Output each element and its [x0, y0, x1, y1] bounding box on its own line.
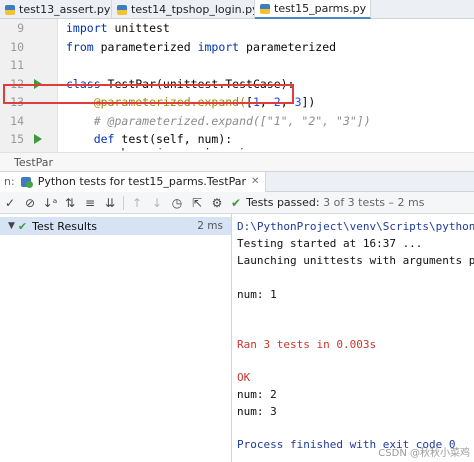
collapse-all-icon[interactable]: ⇊ — [100, 192, 120, 214]
code-line: 9 import unittest — [0, 19, 474, 38]
code-line: 15 def test(self, num): — [0, 130, 474, 149]
console-line: num: 2 — [237, 388, 277, 401]
python-file-icon — [116, 4, 128, 16]
code-token: parameterized — [93, 39, 198, 54]
line-number: 15 — [10, 132, 24, 146]
line-number: 10 — [10, 39, 24, 54]
run-test-icon[interactable] — [34, 134, 42, 144]
show-passed-icon[interactable]: ✓ — [0, 192, 20, 214]
code-editor[interactable]: 9 import unittest 10 from parameterized … — [0, 19, 474, 152]
tab-test13-assert[interactable]: test13_assert.py — [0, 0, 112, 19]
tab-label: test14_tpshop_login.py — [131, 3, 255, 16]
tree-row-test-results[interactable]: ▼ ✔ Test Results 2 ms — [0, 217, 231, 235]
run-tab-bar: n: Python tests for test15_parms.TestPar… — [0, 171, 474, 192]
console-line: num: 3 — [237, 405, 277, 418]
run-tab-label: Python tests for test15_parms.TestPar — [37, 175, 246, 188]
breadcrumb[interactable]: TestPar — [0, 152, 474, 172]
tests-passed-status: Tests passed: 3 of 3 tests – 2 ms — [246, 196, 424, 209]
code-token: ]) — [301, 95, 316, 109]
passed-check-icon: ✔ — [231, 195, 242, 210]
editor-tab-bar: test13_assert.py test14_tpshop_login.py … — [0, 0, 474, 19]
chevron-down-icon[interactable]: ▼ — [8, 221, 15, 231]
settings-gear-icon[interactable]: ⚙ — [207, 192, 227, 214]
console-line: num: 1 — [237, 288, 277, 301]
show-ignored-icon[interactable]: ⊘ — [20, 192, 40, 214]
line-number: 14 — [10, 113, 24, 128]
console-line: D:\PythonProject\venv\Scripts\python.ex — [237, 220, 474, 233]
python-file-icon — [4, 4, 16, 16]
code-token: import — [66, 21, 108, 35]
next-failed-icon[interactable]: ↓ — [147, 192, 167, 214]
code-token: def — [93, 132, 115, 146]
test-toolbar: ✓ ⊘ ↓ᵃ ⇅ ≡ ⇊ ↑ ↓ ◷ ⇱ ⚙ ✔ Tests passed: 3… — [0, 192, 474, 214]
code-line: 14 # @parameterized.expand(["1", "2", "3… — [0, 112, 474, 131]
highlight-box — [3, 84, 294, 104]
pass-count: 3 of 3 tests – 2 ms — [319, 196, 425, 209]
export-icon[interactable]: ⇱ — [187, 192, 207, 214]
code-token: from — [66, 39, 94, 54]
line-number: 9 — [17, 21, 24, 35]
code-token: import — [197, 39, 240, 54]
test-results-tree[interactable]: ▼ ✔ Test Results 2 ms — [0, 214, 232, 462]
tab-test15-parms[interactable]: test15_parms.py ✕ — [255, 0, 371, 19]
tab-label: test13_assert.py — [19, 3, 111, 16]
console-line: Launching unittests with arguments pyth — [237, 254, 474, 267]
line-number: 11 — [10, 58, 24, 72]
passed-check-icon: ✔ — [17, 219, 28, 233]
code-token: unittest — [107, 21, 170, 35]
sort-alpha-icon[interactable]: ↓ᵃ — [40, 192, 60, 214]
console-line: Testing started at 16:37 ... — [237, 237, 423, 250]
previous-failed-icon[interactable]: ↑ — [127, 192, 147, 214]
expand-all-icon[interactable]: ≡ — [80, 192, 100, 214]
code-line: 11 — [0, 56, 474, 75]
close-icon[interactable]: ✕ — [251, 176, 259, 187]
python-file-icon — [259, 3, 271, 15]
code-line: 10 from parameterized import parameteriz… — [0, 38, 474, 57]
code-token: # @parameterized.expand(["1", "2", "3"]) — [93, 113, 371, 128]
python-tests-icon — [20, 176, 33, 188]
tree-duration: 2 ms — [197, 220, 223, 232]
tab-test14-tpshop-login[interactable]: test14_tpshop_login.py — [112, 0, 255, 19]
test-history-icon[interactable]: ◷ — [167, 192, 187, 214]
sort-duration-icon[interactable]: ⇅ — [60, 192, 80, 214]
console-line: Ran 3 tests in 0.003s — [237, 338, 377, 351]
console-output[interactable]: D:\PythonProject\venv\Scripts\python.ex … — [233, 214, 474, 462]
toolbar-divider — [123, 195, 124, 210]
code-token: parameterized — [239, 39, 337, 54]
code-token: test(self, num): — [114, 132, 233, 146]
run-label: n: — [4, 175, 15, 188]
tab-python-tests[interactable]: n: Python tests for test15_parms.TestPar… — [0, 171, 267, 192]
watermark: CSDN @秋秋小菜鸡 — [378, 448, 470, 459]
console-line: OK — [237, 371, 251, 384]
tree-label: Test Results — [32, 219, 98, 233]
pass-label: Tests passed: — [246, 196, 320, 209]
code-token: 3 — [294, 95, 302, 109]
tab-label: test15_parms.py — [274, 2, 367, 15]
